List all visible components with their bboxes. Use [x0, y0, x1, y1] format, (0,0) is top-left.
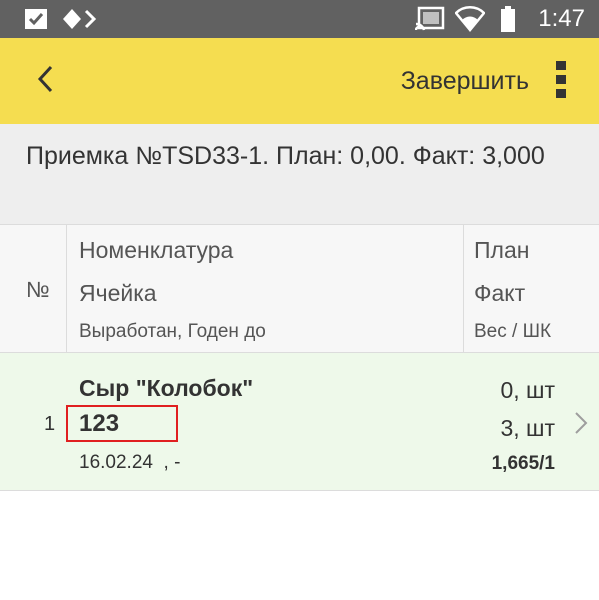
checkbox-notification-icon [24, 0, 48, 38]
column-number-header: № [0, 225, 67, 352]
table-header: № Номенклатура Ячейка Выработан, Годен д… [0, 225, 599, 353]
row-number: 1 [44, 413, 56, 435]
back-button[interactable] [20, 56, 70, 106]
diamond-notification-icon [62, 0, 100, 38]
battery-icon [500, 0, 516, 38]
column-item-header: Номенклатура Ячейка Выработан, Годен до [67, 225, 464, 352]
header-weight: Вес / ШК [474, 321, 552, 342]
document-header: Приемка №TSD33-1. План: 0,00. Факт: 3,00… [0, 124, 599, 225]
status-bar: 1:47 [0, 0, 599, 38]
document-title: Приемка №TSD33-1. План: 0,00. Факт: 3,00… [26, 142, 545, 170]
fact-quantity: 3, шт [500, 415, 555, 441]
wifi-icon [455, 0, 485, 38]
plan-quantity: 0, шт [500, 377, 555, 403]
header-plan: План [474, 237, 530, 263]
header-dates: Выработан, Годен до [79, 321, 266, 342]
more-vertical-icon [555, 60, 567, 105]
more-button[interactable] [541, 60, 581, 104]
table-row[interactable]: 1 Сыр "Колобок" 123 16.02.24 , - 0, шт 3… [0, 353, 599, 491]
item-name: Сыр "Колобок" [79, 375, 254, 401]
header-cell: Ячейка [79, 280, 157, 306]
weight-barcode: 1,665/1 [491, 453, 555, 474]
production-expiry-dates: 16.02.24 , - [79, 452, 181, 473]
header-nomenclature: Номенклатура [79, 237, 234, 263]
chevron-left-icon [35, 64, 55, 99]
column-quantity-header: План Факт Вес / ШК [464, 225, 599, 352]
header-number: № [26, 277, 50, 302]
status-time: 1:47 [538, 5, 585, 32]
app-bar: Завершить [0, 38, 599, 124]
chevron-right-icon [571, 409, 591, 437]
cast-icon [415, 0, 445, 38]
cell-value: 123 [79, 410, 120, 437]
finish-button[interactable]: Завершить [401, 38, 529, 124]
header-fact: Факт [474, 280, 526, 306]
